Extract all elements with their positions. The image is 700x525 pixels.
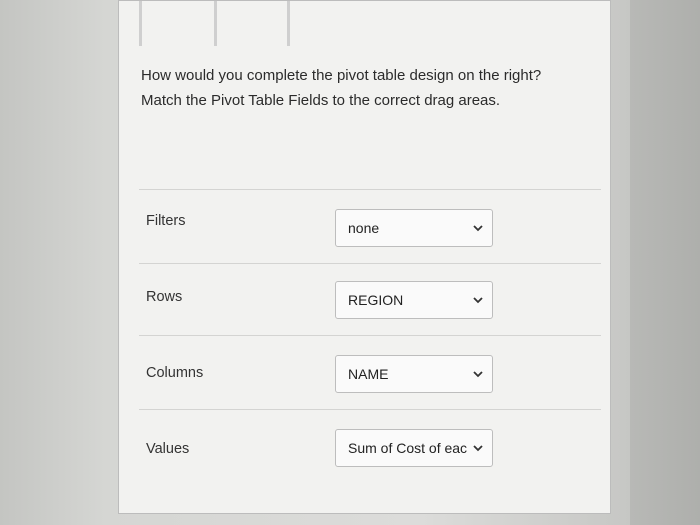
chevron-down-icon <box>471 367 485 381</box>
top-decoration <box>139 1 290 46</box>
question-line-1: How would you complete the pivot table d… <box>141 67 542 84</box>
columns-label: Columns <box>146 365 204 381</box>
rows-select[interactable]: REGION <box>335 281 493 319</box>
chevron-down-icon <box>471 221 485 235</box>
question-card: How would you complete the pivot table d… <box>118 0 611 514</box>
values-label: Values <box>146 441 190 457</box>
divider <box>139 263 601 264</box>
chevron-down-icon <box>471 441 485 455</box>
columns-selected-value: NAME <box>348 366 389 382</box>
divider <box>139 409 601 410</box>
decor-bar <box>139 1 142 46</box>
rows-selected-value: REGION <box>348 292 404 308</box>
decor-bar <box>214 1 217 46</box>
values-select[interactable]: Sum of Cost of eac <box>335 429 493 467</box>
divider <box>139 189 601 190</box>
question-line-2: Match the Pivot Table Fields to the corr… <box>141 92 501 109</box>
monitor-bezel <box>630 0 700 525</box>
filters-label: Filters <box>146 213 186 229</box>
filters-selected-value: none <box>348 220 380 236</box>
filters-select[interactable]: none <box>335 209 493 247</box>
values-selected-value: Sum of Cost of eac <box>348 440 468 456</box>
rows-label: Rows <box>146 289 183 305</box>
columns-select[interactable]: NAME <box>335 355 493 393</box>
chevron-down-icon <box>471 293 485 307</box>
divider <box>139 335 601 336</box>
decor-bar <box>287 1 290 46</box>
question-text: How would you complete the pivot table d… <box>141 63 601 113</box>
